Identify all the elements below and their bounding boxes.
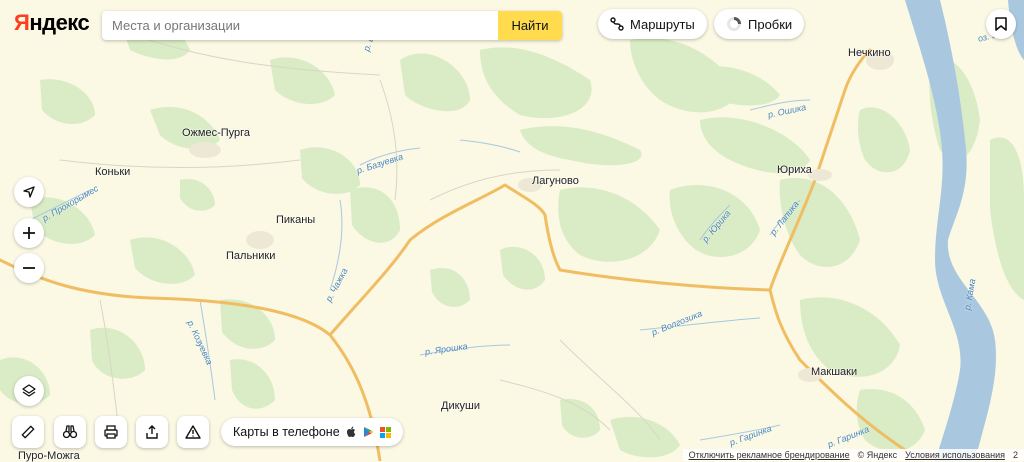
share-button[interactable] [136, 416, 168, 448]
panorama-button[interactable] [54, 416, 86, 448]
traffic-button[interactable]: Пробки [714, 9, 805, 39]
maps-in-phone-label: Карты в телефоне [233, 425, 340, 439]
yandex-logo[interactable]: Яндекс [14, 10, 90, 36]
report-error-button[interactable] [177, 416, 209, 448]
layers-button[interactable] [14, 376, 44, 406]
route-icon [610, 17, 624, 31]
logo-rest: ндекс [29, 10, 90, 35]
search-button[interactable]: Найти [498, 11, 562, 40]
routes-button[interactable]: Маршруты [598, 9, 707, 39]
copyright-text: © Яндекс [857, 450, 898, 460]
disable-branding-link[interactable]: Отключить рекламное брендирование [689, 450, 850, 460]
share-icon [146, 425, 158, 439]
layers-icon [22, 384, 36, 397]
routes-label: Маршруты [630, 16, 695, 32]
bookmarks-button[interactable] [986, 9, 1016, 39]
apple-icon [346, 426, 355, 437]
maps-in-phone-button[interactable]: Карты в телефоне [221, 418, 403, 446]
map-footer: Отключить рекламное брендирование © Янде… [682, 449, 1024, 461]
warning-icon [185, 425, 201, 439]
place-label-konki: Коньки [95, 166, 131, 178]
place-label-ozhmes-purga: Ожмес-Пурга [182, 127, 251, 139]
search-input[interactable] [102, 11, 498, 40]
place-label-palniki: Пальники [226, 250, 276, 262]
place-label-lagunovo: Лагуново [532, 175, 579, 187]
navigation-arrow-icon [23, 186, 35, 198]
binoculars-icon [62, 425, 78, 439]
search-bar: Найти [102, 11, 562, 40]
logo-first-letter: Я [14, 10, 30, 35]
minus-icon [23, 267, 35, 269]
bookmark-icon [995, 17, 1007, 31]
zoom-out-button[interactable] [14, 253, 44, 283]
google-play-icon [363, 427, 374, 437]
plus-icon [23, 227, 35, 239]
place-label-puro-mozhga: Пуро-Можга [18, 450, 80, 462]
print-button[interactable] [95, 416, 127, 448]
geolocation-button[interactable] [14, 177, 44, 207]
place-label-nechkino: Нечкино [848, 47, 891, 59]
place-label-pikany: Пиканы [276, 214, 316, 226]
windows-icon [379, 426, 391, 438]
place-label-yuriha: Юриха [777, 164, 812, 176]
traffic-label: Пробки [748, 16, 793, 32]
printer-icon [104, 425, 118, 439]
place-label-makshaki: Макшаки [811, 366, 858, 378]
ruler-icon [21, 425, 35, 439]
place-label-dikushi: Дикуши [441, 400, 480, 412]
map-canvas[interactable] [0, 0, 1024, 461]
scale-indicator: 2 [1012, 450, 1018, 460]
terms-link[interactable]: Условия использования [905, 450, 1005, 460]
zoom-in-button[interactable] [14, 218, 44, 248]
traffic-icon [727, 17, 741, 31]
ruler-button[interactable] [12, 416, 44, 448]
